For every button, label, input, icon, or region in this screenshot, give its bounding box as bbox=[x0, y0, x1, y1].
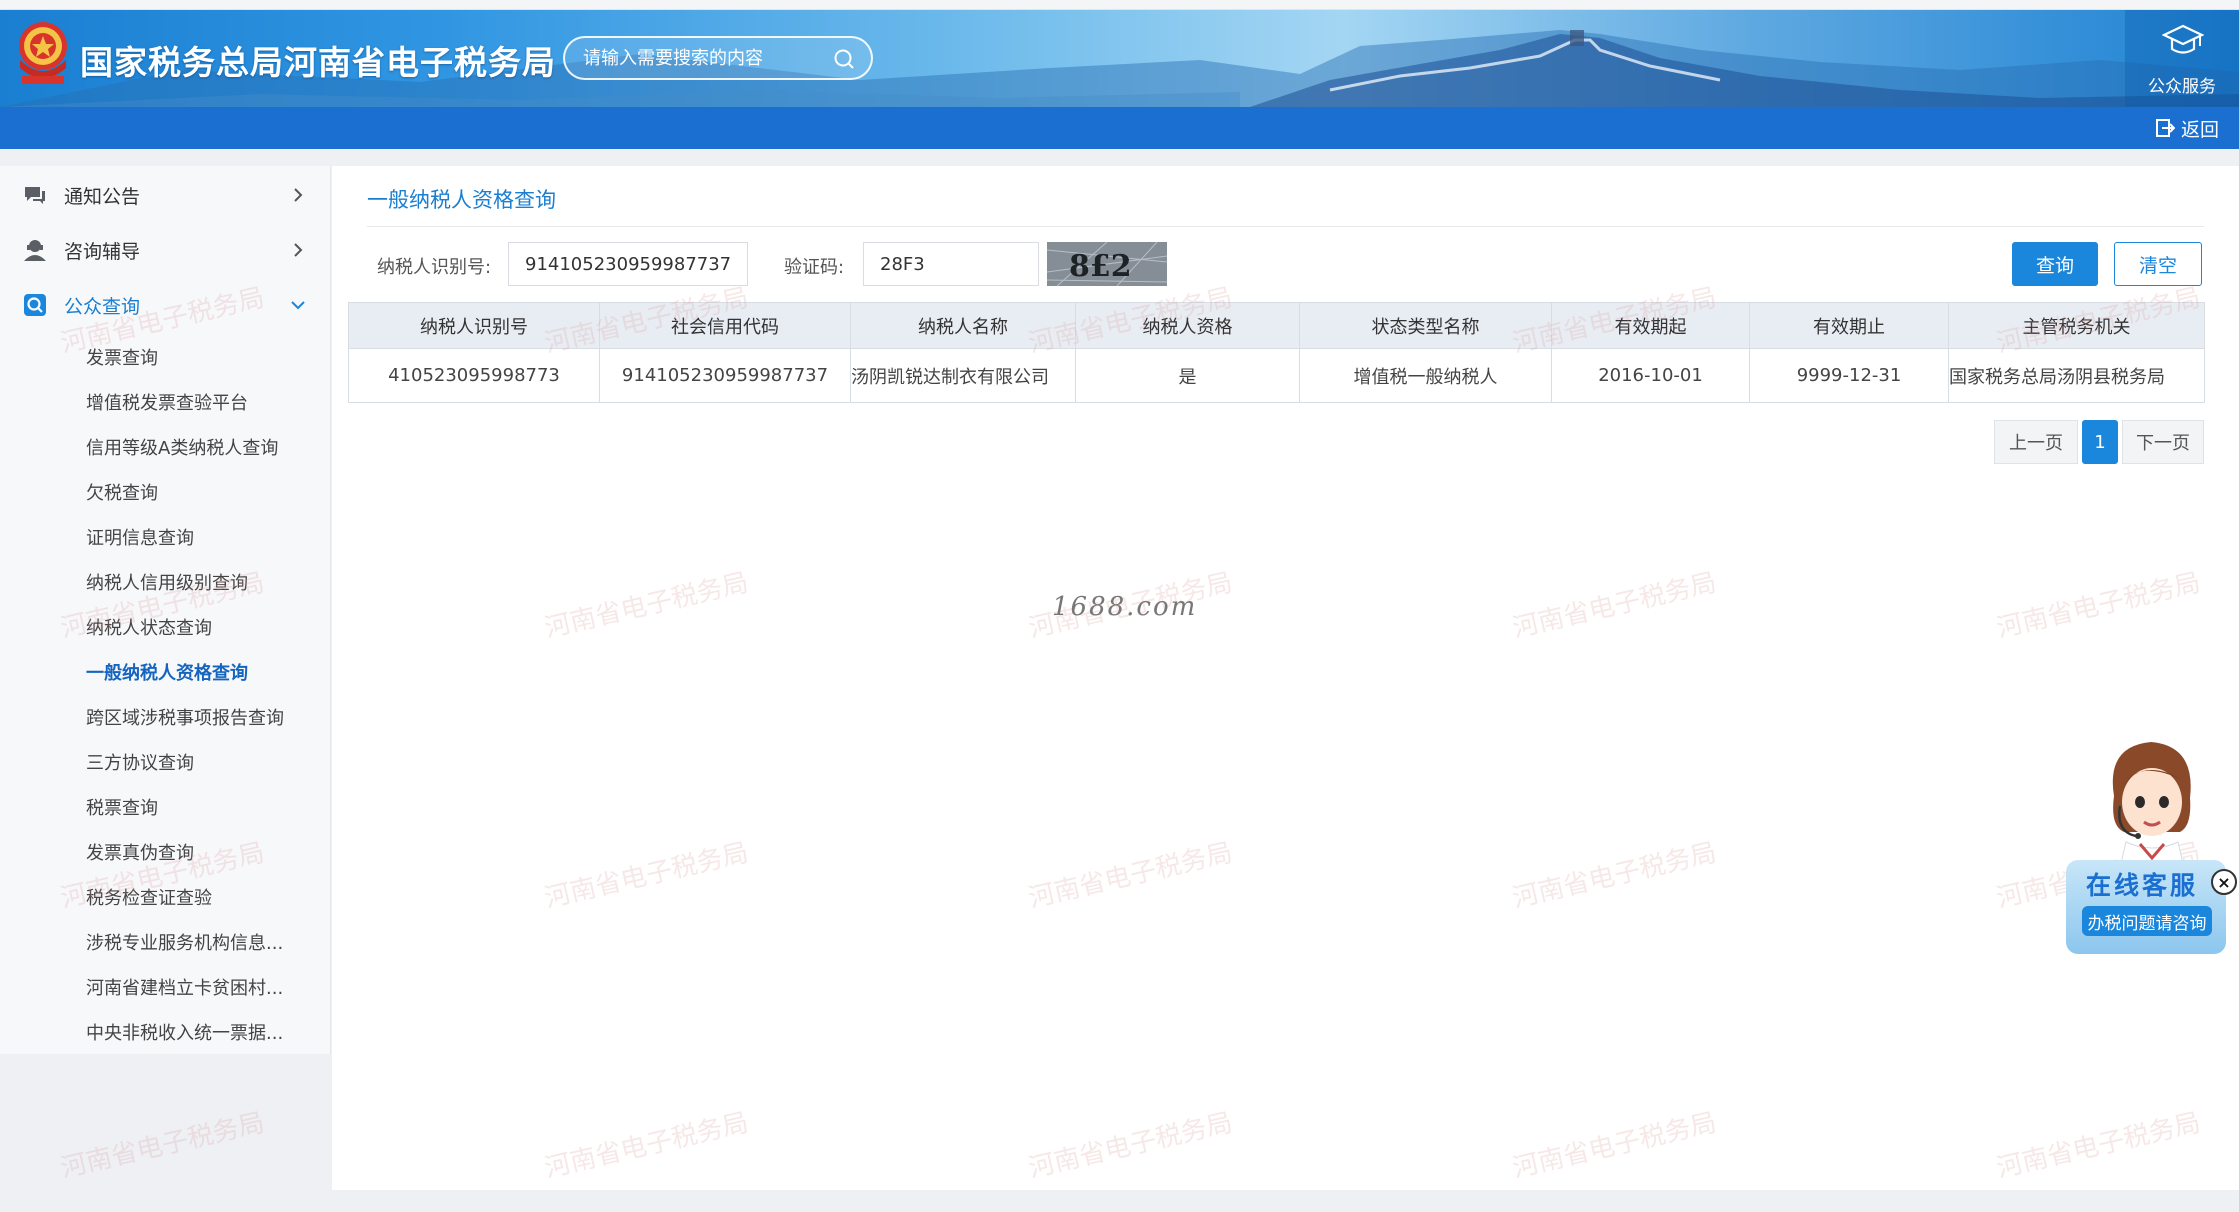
sidebar-item-invoice-authenticity[interactable]: 发票真伪查询 bbox=[86, 839, 194, 865]
captcha-text: 8£2 bbox=[1069, 249, 1132, 284]
app-root: 国家税务总局河南省电子税务局 公众服务 返回 bbox=[0, 0, 2239, 1212]
table-cell: 国家税务总局汤阴县税务局 bbox=[1948, 348, 2205, 403]
table-cell: 410523095998773 bbox=[348, 348, 600, 403]
captcha-image[interactable]: 8£2 bbox=[1047, 242, 1167, 286]
sidebar-item-non-tax-receipt[interactable]: 中央非税收入统一票据... bbox=[86, 1019, 283, 1045]
site-search-box[interactable] bbox=[563, 36, 873, 80]
title-divider bbox=[367, 226, 2204, 227]
sidebar-item-taxpayer-status[interactable]: 纳税人状态查询 bbox=[86, 614, 212, 640]
back-button[interactable]: 返回 bbox=[2155, 115, 2219, 141]
search-icon bbox=[24, 294, 46, 316]
table-cell: 增值税一般纳税人 bbox=[1299, 348, 1552, 403]
service-title: 在线客服 bbox=[2086, 871, 2199, 900]
service-subtitle-button[interactable]: 办税问题请咨询 bbox=[2082, 906, 2212, 936]
sidebar-menu-label: 咨询辅导 bbox=[64, 240, 141, 263]
public-service-button[interactable]: 公众服务 bbox=[2125, 10, 2239, 107]
column-header: 有效期起 bbox=[1551, 302, 1750, 349]
site-title: 国家税务总局河南省电子税务局 bbox=[80, 43, 556, 82]
sidebar-item-general-taxpayer-qualification[interactable]: 一般纳税人资格查询 bbox=[86, 659, 248, 685]
next-page-button[interactable]: 下一页 bbox=[2122, 420, 2204, 464]
sidebar-item-certificate-info[interactable]: 证明信息查询 bbox=[86, 524, 194, 550]
sidebar-menu-public-query[interactable]: 公众查询 bbox=[0, 278, 331, 332]
table-cell: 914105230959987737 bbox=[599, 348, 851, 403]
sidebar-menu-notices[interactable]: 通知公告 bbox=[0, 168, 331, 222]
sidebar-item-poverty-village[interactable]: 河南省建档立卡贫困村... bbox=[86, 974, 283, 1000]
captcha-label: 验证码: bbox=[784, 257, 845, 278]
nav-bar: 返回 bbox=[0, 107, 2239, 149]
column-header: 纳税人资格 bbox=[1075, 302, 1300, 349]
taxpayer-id-input[interactable] bbox=[508, 242, 748, 286]
page-number-button[interactable]: 1 bbox=[2082, 420, 2118, 464]
main-content: 一般纳税人资格查询 纳税人识别号: 验证码: 8£2 查询 清空 bbox=[332, 166, 2239, 1190]
column-header: 状态类型名称 bbox=[1299, 302, 1552, 349]
table-cell: 是 bbox=[1075, 348, 1300, 403]
sidebar: 通知公告 咨询辅导 公众查询 发票查询 增值税发票查验平台 信用等级A类纳税人查… bbox=[0, 166, 331, 1190]
result-table: 纳税人识别号 社会信用代码 纳税人名称 纳税人资格 状态类型名称 有效期起 有效… bbox=[348, 302, 2205, 403]
sidebar-footer-area bbox=[0, 1054, 331, 1190]
person-support-icon bbox=[24, 240, 46, 261]
logout-icon bbox=[2155, 119, 2175, 137]
sidebar-menu-label: 公众查询 bbox=[64, 295, 141, 318]
graduation-cap-icon bbox=[2162, 24, 2204, 54]
close-icon[interactable]: × bbox=[2211, 869, 2237, 895]
search-icon[interactable] bbox=[833, 48, 855, 70]
online-service-widget[interactable]: 在线客服 办税问题请咨询 × bbox=[2066, 736, 2239, 962]
sidebar-item-credit-a-taxpayer[interactable]: 信用等级A类纳税人查询 bbox=[86, 434, 278, 460]
prev-page-button[interactable]: 上一页 bbox=[1994, 420, 2078, 464]
taxpayer-id-label: 纳税人识别号: bbox=[377, 257, 492, 278]
column-header: 纳税人名称 bbox=[850, 302, 1076, 349]
column-header: 社会信用代码 bbox=[599, 302, 851, 349]
query-button[interactable]: 查询 bbox=[2012, 242, 2098, 286]
table-cell: 9999-12-31 bbox=[1749, 348, 1949, 403]
column-header: 主管税务机关 bbox=[1948, 302, 2205, 349]
table-cell: 2016-10-01 bbox=[1551, 348, 1750, 403]
sidebar-item-tax-arrears[interactable]: 欠税查询 bbox=[86, 479, 158, 505]
browser-top-strip bbox=[0, 0, 2239, 10]
sidebar-item-invoice-query[interactable]: 发票查询 bbox=[86, 344, 158, 370]
page-title: 一般纳税人资格查询 bbox=[367, 188, 556, 212]
site-search-input[interactable] bbox=[583, 45, 823, 71]
sidebar-item-tax-receipt[interactable]: 税票查询 bbox=[86, 794, 158, 820]
public-service-label: 公众服务 bbox=[2148, 77, 2216, 97]
chat-bubble-icon bbox=[25, 187, 45, 204]
table-row: 410523095998773 914105230959987737 汤阴凯锐达… bbox=[348, 348, 2205, 403]
sidebar-item-tripartite-agreement[interactable]: 三方协议查询 bbox=[86, 749, 194, 775]
chevron-right-icon bbox=[294, 243, 303, 257]
sidebar-item-tax-service-agency[interactable]: 涉税专业服务机构信息... bbox=[86, 929, 283, 955]
back-label: 返回 bbox=[2180, 118, 2219, 141]
service-agent-avatar-icon bbox=[2112, 742, 2191, 876]
clear-button[interactable]: 清空 bbox=[2114, 242, 2202, 286]
sidebar-menu-consult[interactable]: 咨询辅导 bbox=[0, 223, 331, 277]
sidebar-item-vat-invoice-check[interactable]: 增值税发票查验平台 bbox=[86, 389, 248, 415]
column-header: 纳税人识别号 bbox=[348, 302, 600, 349]
tax-emblem-logo-icon bbox=[19, 22, 67, 84]
sidebar-item-inspection-certificate[interactable]: 税务检查证查验 bbox=[86, 884, 212, 910]
site-header: 国家税务总局河南省电子税务局 公众服务 bbox=[0, 10, 2239, 107]
table-header-row: 纳税人识别号 社会信用代码 纳税人名称 纳税人资格 状态类型名称 有效期起 有效… bbox=[348, 302, 2205, 349]
column-header: 有效期止 bbox=[1749, 302, 1949, 349]
sidebar-menu-label: 通知公告 bbox=[64, 185, 141, 208]
sidebar-item-cross-region-report[interactable]: 跨区域涉税事项报告查询 bbox=[86, 704, 284, 730]
chevron-down-icon bbox=[291, 301, 305, 310]
table-cell: 汤阴凯锐达制衣有限公司 bbox=[850, 348, 1076, 403]
sidebar-item-credit-level[interactable]: 纳税人信用级别查询 bbox=[86, 569, 248, 595]
captcha-input[interactable] bbox=[863, 242, 1039, 286]
chevron-right-icon bbox=[294, 188, 303, 202]
